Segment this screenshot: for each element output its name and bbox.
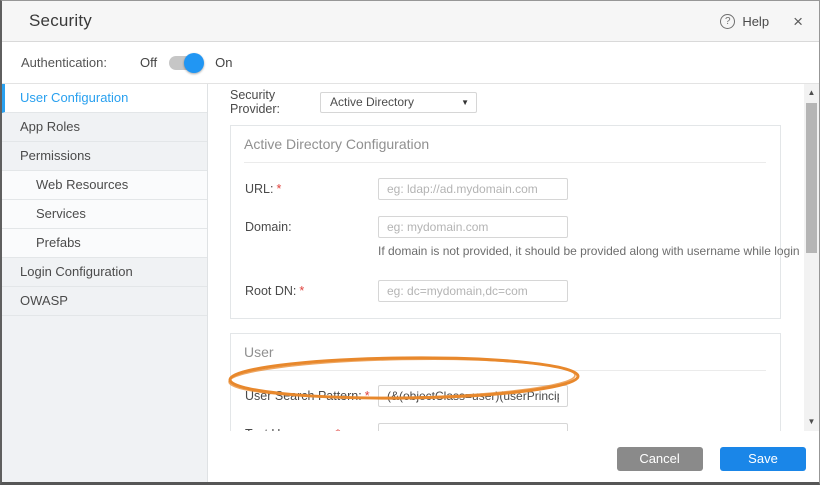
sidebar-item-services[interactable]: Services	[2, 200, 207, 229]
dialog-footer: Cancel Save	[208, 431, 819, 484]
sidebar-item-web-resources[interactable]: Web Resources	[2, 171, 207, 200]
test-username-input[interactable]	[378, 423, 568, 431]
divider	[244, 162, 766, 163]
dropdown-arrow-icon: ▼	[461, 98, 469, 107]
settings-content: Security Provider: Active Directory ▼ Ac…	[208, 84, 804, 431]
security-provider-label: Security Provider:	[230, 88, 320, 116]
sidebar-item-owasp[interactable]: OWASP	[2, 287, 207, 316]
scroll-down-icon[interactable]: ▼	[808, 418, 816, 426]
user-search-pattern-input[interactable]	[378, 385, 568, 407]
save-button[interactable]: Save	[720, 447, 806, 471]
close-icon[interactable]: ×	[793, 13, 803, 30]
settings-sidebar: User Configuration App Roles Permissions…	[2, 84, 208, 484]
authentication-row: Authentication: Off On	[2, 42, 819, 84]
vertical-scrollbar[interactable]: ▲ ▼	[804, 84, 819, 431]
user-search-pattern-label: User Search Pattern:*	[245, 385, 378, 403]
sidebar-item-permissions[interactable]: Permissions	[2, 142, 207, 171]
help-icon[interactable]: ?	[720, 14, 735, 29]
help-link[interactable]: Help	[742, 14, 769, 29]
root-dn-label: Root DN:*	[245, 280, 378, 298]
security-dialog: Security ? Help × Authentication: Off On…	[0, 0, 820, 485]
divider	[244, 370, 766, 371]
test-username-label: Test Username:*	[245, 423, 378, 431]
toggle-knob	[184, 53, 204, 73]
page-title: Security	[29, 11, 92, 31]
scroll-up-icon[interactable]: ▲	[808, 89, 816, 97]
toggle-on-label: On	[215, 55, 232, 70]
security-provider-select[interactable]: Active Directory ▼	[320, 92, 477, 113]
ad-configuration-panel: Active Directory Configuration URL:* Dom…	[230, 125, 781, 319]
user-panel: User User Search Pattern:* Test Username…	[230, 333, 781, 431]
authentication-toggle[interactable]	[168, 53, 204, 73]
url-label: URL:*	[245, 178, 378, 196]
domain-input[interactable]	[378, 216, 568, 238]
toggle-off-label: Off	[140, 55, 157, 70]
sidebar-item-user-configuration[interactable]: User Configuration	[2, 84, 207, 113]
panel-title: Active Directory Configuration	[241, 136, 766, 152]
sidebar-item-prefabs[interactable]: Prefabs	[2, 229, 207, 258]
panel-title: User	[241, 344, 766, 360]
domain-label: Domain:	[245, 216, 378, 234]
security-provider-value: Active Directory	[330, 95, 461, 109]
sidebar-item-login-configuration[interactable]: Login Configuration	[2, 258, 207, 287]
cancel-button[interactable]: Cancel	[617, 447, 703, 471]
dialog-header: Security ? Help ×	[2, 1, 819, 42]
authentication-label: Authentication:	[21, 55, 107, 70]
scrollbar-thumb[interactable]	[806, 103, 817, 253]
domain-help-text: If domain is not provided, it should be …	[378, 244, 766, 258]
root-dn-input[interactable]	[378, 280, 568, 302]
sidebar-item-app-roles[interactable]: App Roles	[2, 113, 207, 142]
url-input[interactable]	[378, 178, 568, 200]
